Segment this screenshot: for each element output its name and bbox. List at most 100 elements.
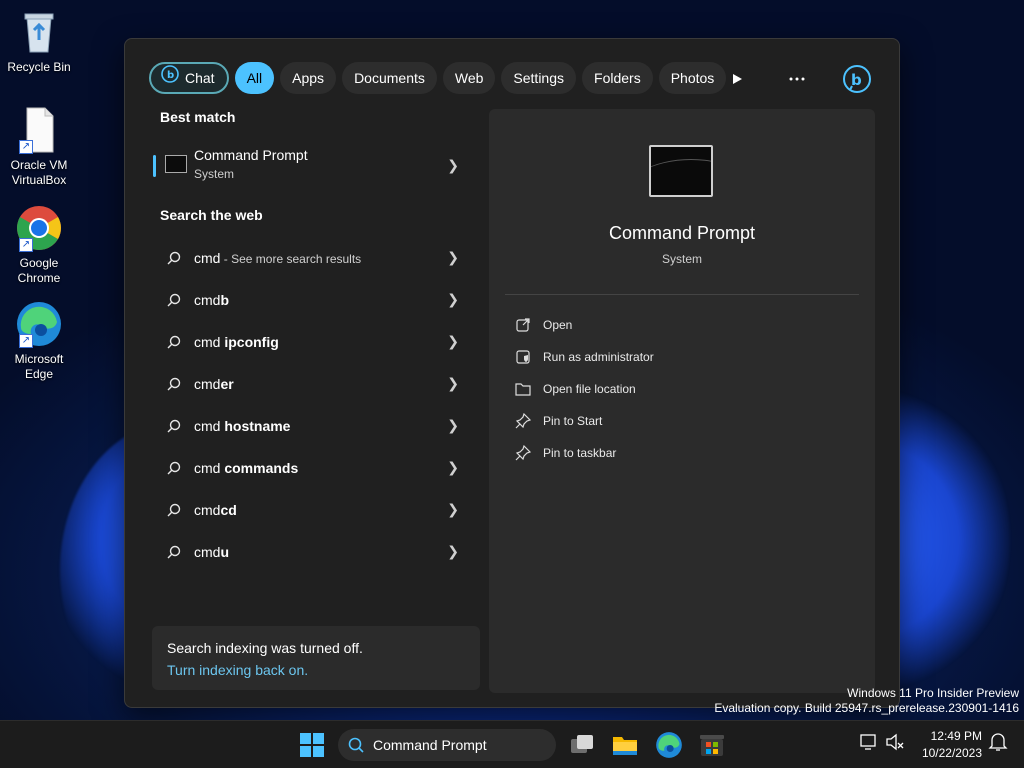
volume-status[interactable] [884,731,912,759]
search-icon [167,335,181,349]
panel-top-actions: b [721,63,873,95]
open-external-icon [516,318,530,332]
taskbar-search-box[interactable]: Command Prompt [338,729,556,761]
chevron-right-icon[interactable]: ❯ [447,459,459,476]
web-result-completion: ipconfig [220,334,279,350]
web-result-item[interactable]: cmd commands ❯ [151,447,481,489]
web-result-text: cmdu [194,544,229,560]
shortcut-arrow-icon: ↗ [19,334,33,348]
evaluation-watermark: Windows 11 Pro Insider Preview Evaluatio… [714,686,1019,716]
more-filters-button[interactable] [721,63,753,95]
selection-indicator [153,155,156,177]
chevron-right-icon[interactable]: ❯ [447,333,459,350]
action-label: Open [543,318,573,332]
ellipsis-icon [789,77,805,81]
svg-text:b: b [167,70,174,81]
desktop-icon-virtualbox[interactable]: ↗ Oracle VM VirtualBox [4,106,74,188]
network-status[interactable] [858,731,886,759]
preview-divider [505,294,859,295]
taskbar: Command Prompt 12:49 PM 10/22/2023 [0,720,1024,768]
shortcut-arrow-icon: ↗ [19,238,33,252]
chevron-right-icon[interactable]: ❯ [447,543,459,560]
best-match-type: System [194,167,235,181]
action-label: Pin to taskbar [543,446,617,460]
web-result-text: cmd commands [194,460,298,476]
notifications-button[interactable] [988,731,1016,759]
filter-folders[interactable]: Folders [582,62,653,94]
task-view-icon [571,735,593,753]
filter-photos[interactable]: Photos [658,62,727,94]
filter-settings[interactable]: Settings [501,62,577,94]
filter-all[interactable]: All [234,62,275,94]
search-icon [348,737,364,753]
taskbar-file-explorer[interactable] [611,731,639,759]
web-result-completion: er [220,376,234,392]
microsoft-store-icon [700,735,724,756]
filter-web[interactable]: Web [442,62,496,94]
clock-date: 10/22/2023 [921,746,982,760]
web-result-term: cmd [194,544,221,560]
web-result-item[interactable]: cmd ipconfig ❯ [151,321,481,363]
search-web-heading: Search the web [160,207,263,223]
search-icon [167,419,181,433]
chevron-right-icon[interactable]: ❯ [447,249,459,266]
web-result-item[interactable]: cmder ❯ [151,363,481,405]
web-result-item[interactable]: cmdu ❯ [151,531,481,573]
desktop-icon-edge[interactable]: ↗ Microsoft Edge [4,300,74,382]
web-result-completion: hostname [220,418,291,434]
chevron-right-icon[interactable]: ❯ [447,501,459,518]
web-result-term: cmd [194,250,221,266]
web-result-item[interactable]: cmd hostname ❯ [151,405,481,447]
web-result-completion: commands [220,460,299,476]
recycle-bin-icon [15,8,63,56]
desktop-icon-recycle-bin[interactable]: Recycle Bin [4,8,74,75]
web-result-item[interactable]: cmdb ❯ [151,279,481,321]
bell-icon [988,733,1008,751]
indexing-link[interactable]: Turn indexing back on. [167,662,308,678]
action-pin-to-start[interactable]: Pin to Start [515,409,602,433]
bing-logo-icon: b [843,65,871,93]
web-result-item[interactable]: cmd - See more search results ❯ [151,237,481,279]
chevron-right-icon[interactable]: ❯ [447,291,459,308]
filter-chat[interactable]: b Chat [149,62,229,94]
virtualbox-file-icon: ↗ [15,106,63,154]
filter-documents[interactable]: Documents [342,62,437,94]
web-result-item[interactable]: cmdcd ❯ [151,489,481,531]
web-result-term: cmd [194,292,221,308]
bing-button[interactable]: b [841,63,873,95]
action-open-file-location[interactable]: Open file location [515,377,636,401]
best-match-item[interactable]: Command Prompt System ❯ [151,143,481,189]
folder-icon [515,383,531,396]
web-result-text: cmdb [194,292,229,308]
taskbar-store[interactable] [698,731,726,759]
shield-admin-icon [516,350,530,364]
action-pin-to-taskbar[interactable]: Pin to taskbar [515,441,616,465]
web-result-term: cmd [194,418,221,434]
search-icon [167,545,181,559]
system-clock[interactable]: 12:49 PM 10/22/2023 [914,728,982,762]
preview-title: Command Prompt [608,223,756,243]
filter-apps[interactable]: Apps [280,62,337,94]
watermark-line-1: Windows 11 Pro Insider Preview [847,686,1019,700]
action-run-as-admin[interactable]: Run as administrator [515,345,654,369]
clock-time: 12:49 PM [930,729,982,743]
search-panel: b Chat All Apps Documents Web Settings F… [124,38,900,708]
web-result-suffix: - See more search results [220,252,362,266]
taskbar-search-value: Command Prompt [373,737,487,753]
task-view-button[interactable] [568,731,596,759]
taskbar-edge[interactable] [655,731,683,759]
more-options-button[interactable] [781,63,813,95]
desktop-icon-chrome[interactable]: ↗ Google Chrome [4,204,74,286]
start-button[interactable] [300,733,324,762]
action-open[interactable]: Open [515,313,572,337]
chevron-right-icon[interactable]: ❯ [447,375,459,392]
chevron-right-icon[interactable]: ❯ [447,417,459,434]
chevron-right-icon[interactable]: ❯ [447,157,459,174]
best-match-heading: Best match [160,109,236,125]
edge-icon: ↗ [15,300,63,348]
preview-pane: Command Prompt System Open Run as admini… [489,109,875,693]
pin-icon [515,445,531,461]
search-filter-bar: b Chat All Apps Documents Web Settings F… [149,62,727,96]
web-result-term: cmd [194,460,221,476]
search-icon [167,377,181,391]
